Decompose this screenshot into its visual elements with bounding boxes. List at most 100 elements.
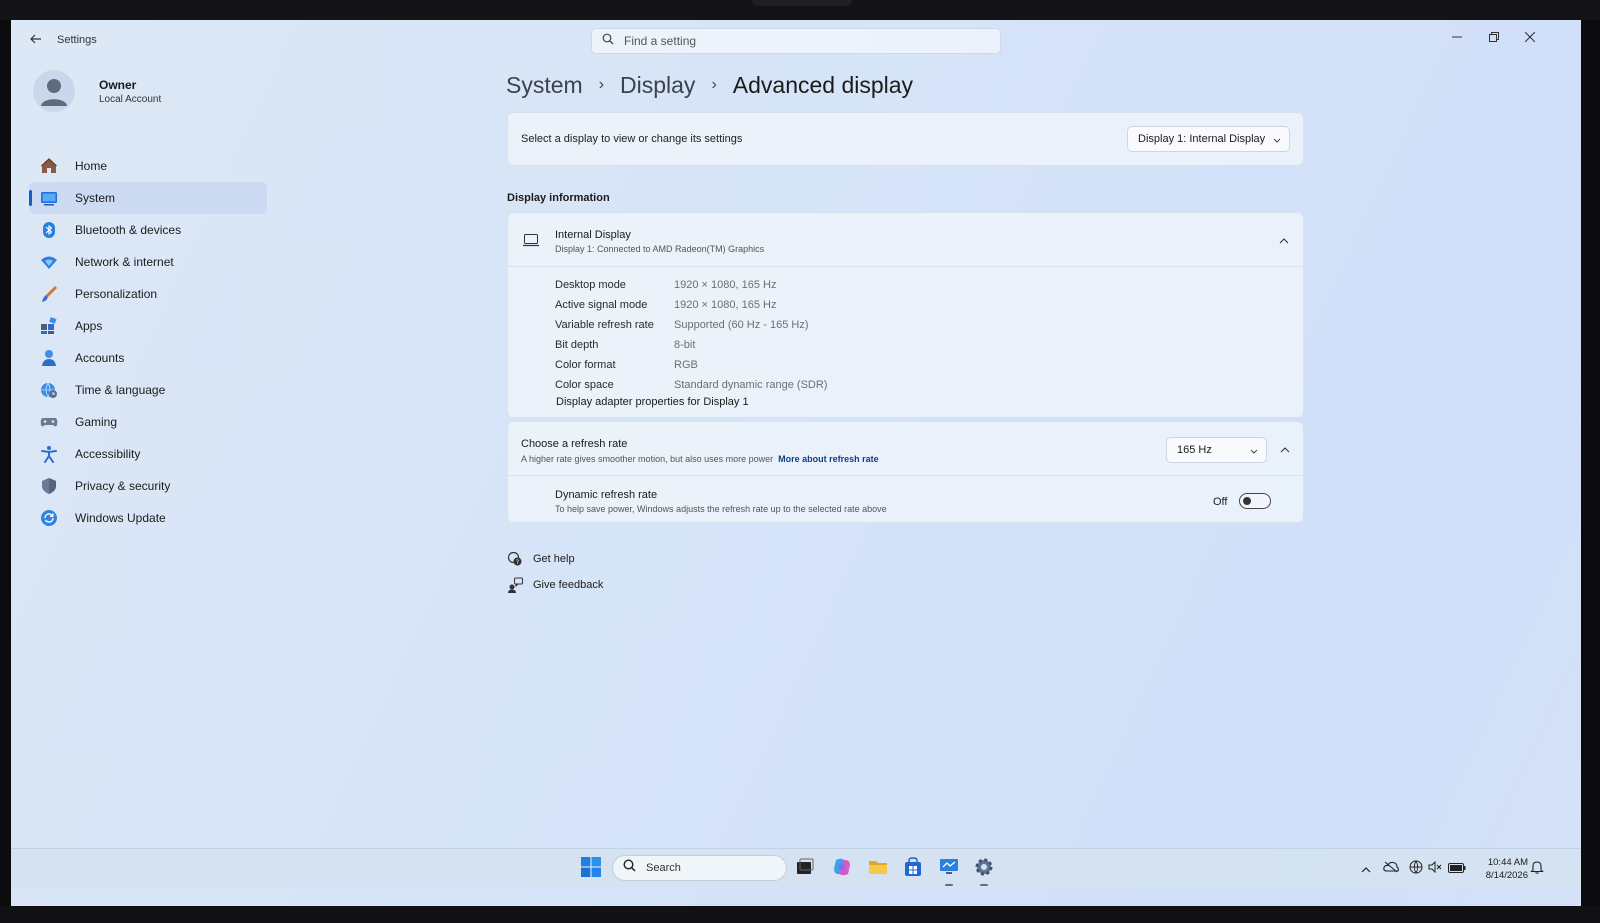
folder-icon [868, 858, 888, 881]
chevron-up-icon [1361, 860, 1371, 878]
volume-tray-button[interactable] [1427, 860, 1443, 878]
give-feedback-label: Give feedback [533, 579, 604, 591]
sidebar-item-label: Gaming [75, 415, 118, 429]
back-button[interactable] [25, 30, 47, 50]
user-name: Owner [99, 78, 137, 92]
monitor-app-icon [939, 858, 959, 881]
sidebar-item-privacy-security[interactable]: Privacy & security [29, 470, 267, 502]
sidebar-item-bluetooth[interactable]: Bluetooth & devices [29, 214, 267, 246]
refresh-rate-description: A higher rate gives smoother motion, but… [521, 454, 879, 464]
taskbar: Search 10:44 AM 8/14/2026 [11, 848, 1581, 888]
spec-key: Bit depth [555, 339, 599, 351]
store-icon [903, 856, 923, 882]
start-button[interactable] [579, 856, 603, 882]
feedback-icon [507, 577, 523, 593]
breadcrumb-display[interactable]: Display [620, 72, 695, 99]
sidebar-item-label: Network & internet [75, 255, 174, 269]
user-profile[interactable]: Owner Local Account [33, 70, 273, 124]
sidebar-item-windows-update[interactable]: Windows Update [29, 502, 267, 534]
get-help-link[interactable]: ? Get help [507, 549, 575, 569]
chevron-up-icon [1280, 440, 1290, 458]
sidebar-item-time-language[interactable]: Time & language [29, 374, 267, 406]
accessibility-icon [39, 444, 59, 464]
collapse-refresh-button[interactable] [1275, 439, 1295, 459]
apps-icon [39, 316, 59, 336]
globe-icon [1409, 860, 1423, 879]
clock[interactable]: 10:44 AM 8/14/2026 [1466, 856, 1528, 882]
more-about-refresh-rate-link[interactable]: More about refresh rate [778, 454, 879, 464]
close-button[interactable] [1512, 26, 1548, 50]
file-explorer-button[interactable] [866, 857, 890, 881]
back-arrow-icon [30, 31, 42, 49]
spec-value: 8-bit [674, 339, 696, 351]
breadcrumb: System › Display › Advanced display [506, 68, 913, 102]
sidebar-item-label: Accounts [75, 351, 125, 365]
refresh-rate-value: 165 Hz [1177, 444, 1212, 456]
battery-tray-button[interactable] [1447, 861, 1467, 877]
sidebar-item-accounts[interactable]: Accounts [29, 342, 267, 374]
spec-key: Desktop mode [555, 279, 626, 291]
show-hidden-icons-button[interactable] [1358, 861, 1374, 877]
copilot-button[interactable] [830, 857, 854, 881]
dynamic-refresh-rate-toggle[interactable] [1239, 493, 1271, 509]
search-icon [602, 32, 614, 50]
chevron-down-icon [1250, 446, 1258, 458]
display-connection: Display 1: Connected to AMD Radeon(TM) G… [555, 244, 765, 254]
display-information-card: Internal Display Display 1: Connected to… [507, 212, 1304, 418]
sidebar-item-apps[interactable]: Apps [29, 310, 267, 342]
refresh-rate-title: Choose a refresh rate [521, 438, 628, 450]
taskbar-search-placeholder: Search [646, 862, 681, 874]
clock-time: 10:44 AM [1487, 857, 1528, 868]
notifications-button[interactable] [1529, 860, 1545, 877]
sidebar-item-label: Home [75, 159, 108, 173]
speaker-muted-icon [1428, 860, 1442, 878]
settings-taskbar-button[interactable] [972, 857, 996, 886]
sidebar-item-network[interactable]: Network & internet [29, 246, 267, 278]
account-type: Local Account [99, 94, 162, 105]
close-icon [1524, 29, 1536, 47]
spec-row: Color format RGB [555, 355, 827, 375]
settings-window: Settings Find a setting Owner Local Acco… [11, 20, 1581, 906]
webcam [752, 0, 852, 6]
restore-button[interactable] [1476, 26, 1512, 50]
remote-desktop-button[interactable] [937, 857, 961, 886]
give-feedback-link[interactable]: Give feedback [507, 575, 603, 595]
sidebar-item-home[interactable]: Home [29, 150, 267, 182]
chevron-down-icon [1273, 135, 1281, 147]
spec-value: 1920 × 1080, 165 Hz [674, 279, 777, 291]
taskbar-search[interactable]: Search [612, 855, 787, 881]
cloud-off-icon [1383, 860, 1399, 878]
sidebar-item-accessibility[interactable]: Accessibility [29, 438, 267, 470]
title-bar: Settings Find a setting [11, 20, 1581, 60]
search-placeholder: Find a setting [624, 34, 697, 48]
network-tray-button[interactable] [1408, 860, 1424, 879]
sidebar-item-personalization[interactable]: Personalization [29, 278, 267, 310]
brush-icon [39, 284, 59, 304]
collapse-button[interactable] [1274, 230, 1294, 250]
microsoft-store-button[interactable] [901, 856, 925, 882]
find-setting-search[interactable]: Find a setting [591, 28, 1001, 54]
minimize-button[interactable] [1439, 26, 1475, 50]
shield-icon [39, 476, 59, 496]
breadcrumb-separator: › [598, 76, 605, 93]
bluetooth-icon [39, 220, 59, 240]
breadcrumb-system[interactable]: System [506, 72, 583, 99]
system-icon [39, 188, 59, 208]
sidebar-item-system[interactable]: System [29, 182, 267, 214]
onedrive-tray-button[interactable] [1383, 861, 1399, 877]
task-view-button[interactable] [793, 857, 817, 881]
sidebar-item-gaming[interactable]: Gaming [29, 406, 267, 438]
display-dropdown[interactable]: Display 1: Internal Display [1127, 126, 1290, 152]
spec-key: Active signal mode [555, 299, 648, 311]
clock-date: 8/14/2026 [1485, 870, 1528, 881]
windows-logo-icon [581, 856, 601, 882]
monitor-bezel-top [0, 0, 1600, 20]
refresh-rate-dropdown[interactable]: 165 Hz [1166, 437, 1267, 463]
display-adapter-properties-link[interactable]: Display adapter properties for Display 1 [556, 396, 749, 408]
display-info-header[interactable]: Internal Display Display 1: Connected to… [508, 213, 1303, 267]
gamepad-icon [39, 412, 59, 432]
globe-clock-icon [39, 380, 59, 400]
search-icon [623, 859, 636, 877]
spec-key: Variable refresh rate [555, 319, 654, 331]
spec-row: Variable refresh rate Supported (60 Hz -… [555, 315, 827, 335]
